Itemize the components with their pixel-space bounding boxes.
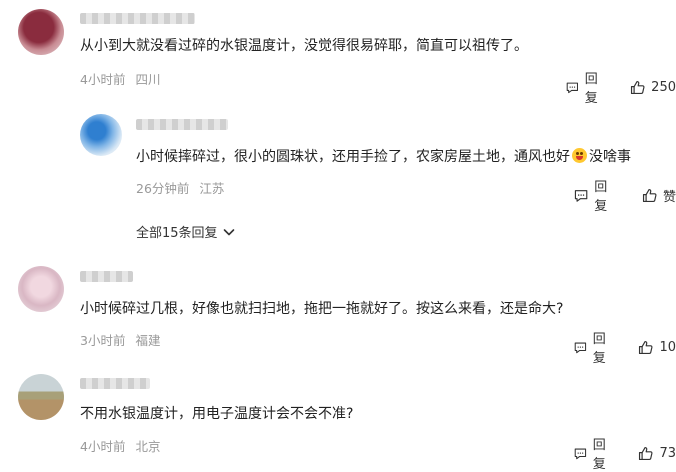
thumbs-up-icon (639, 446, 653, 460)
like-count: 73 (659, 445, 676, 461)
comment-actions: 回复 赞 (573, 176, 676, 214)
username-blurred[interactable] (80, 378, 150, 389)
comment-location: 江苏 (199, 181, 225, 196)
comment-time: 4小时前 (80, 439, 126, 454)
thumbs-up-icon (639, 340, 653, 354)
expand-replies-button[interactable]: 全部15条回复 (136, 222, 236, 241)
comment-meta: 3小时前 福建 (80, 330, 160, 349)
comment-time: 26分钟前 (136, 181, 190, 196)
reply-label: 回复 (594, 180, 608, 214)
reply-button[interactable]: 回复 (573, 176, 619, 214)
comment-icon (574, 189, 588, 202)
comment-location: 北京 (135, 439, 161, 454)
thumbs-up-icon (642, 188, 657, 202)
comment-text-main: 小时候摔碎过，很小的圆珠状，还用手捡了，农家房屋土地，通风也好 (136, 149, 570, 165)
comment-location: 四川 (135, 72, 161, 87)
comment-icon (566, 82, 578, 93)
avatar[interactable] (80, 114, 122, 156)
comment-actions: 回复 10 (573, 328, 676, 366)
comment-icon (574, 342, 587, 353)
comment-icon (574, 448, 587, 459)
avatar[interactable] (18, 9, 64, 55)
comment-meta: 26分钟前 江苏 (136, 178, 224, 197)
comment-actions: 回复 250 (565, 68, 676, 106)
like-count: 250 (651, 79, 676, 95)
comment-time: 4小时前 (80, 72, 126, 87)
username-blurred[interactable] (80, 13, 195, 24)
username-blurred[interactable] (80, 271, 133, 282)
like-button[interactable]: 赞 (641, 186, 676, 205)
like-label: 赞 (662, 189, 676, 205)
comment-text: 小时候碎过几根，好像也就扫扫地，拖把一拖就好了。按这么来看，还是命大? (80, 301, 564, 317)
expand-replies-label: 全部15条回复 (136, 226, 218, 241)
reply-button[interactable]: 回复 (573, 434, 615, 472)
like-count: 10 (659, 339, 676, 355)
thumbs-up-icon (631, 80, 645, 94)
comment-time: 3小时前 (80, 333, 126, 348)
avatar[interactable] (18, 374, 64, 420)
username-blurred[interactable] (136, 119, 228, 130)
comment-location: 福建 (135, 333, 161, 348)
comment-actions: 回复 73 (573, 434, 676, 472)
reply-button[interactable]: 回复 (573, 328, 615, 366)
comment-meta: 4小时前 北京 (80, 436, 160, 455)
comment-text-suffix: 没啥事 (589, 149, 631, 165)
reply-label: 回复 (592, 332, 606, 366)
comment-text: 不用水银温度计，用电子温度计会不会不准? (80, 406, 354, 422)
comment-text: 小时候摔碎过，很小的圆珠状，还用手捡了，农家房屋土地，通风也好 没啥事 (136, 147, 631, 167)
avatar[interactable] (18, 266, 64, 312)
chevron-down-icon (223, 228, 234, 235)
reply-label: 回复 (592, 438, 606, 472)
like-button[interactable]: 250 (629, 79, 676, 96)
comment-text: 从小到大就没看过碎的水银温度计，没觉得很易碎耶，简直可以祖传了。 (80, 38, 528, 54)
like-button[interactable]: 10 (637, 339, 676, 356)
comment-meta: 4小时前 四川 (80, 69, 160, 88)
like-button[interactable]: 73 (637, 445, 676, 462)
reply-button[interactable]: 回复 (565, 68, 607, 106)
reply-label: 回复 (584, 72, 598, 106)
grinning-face-icon (572, 148, 587, 163)
